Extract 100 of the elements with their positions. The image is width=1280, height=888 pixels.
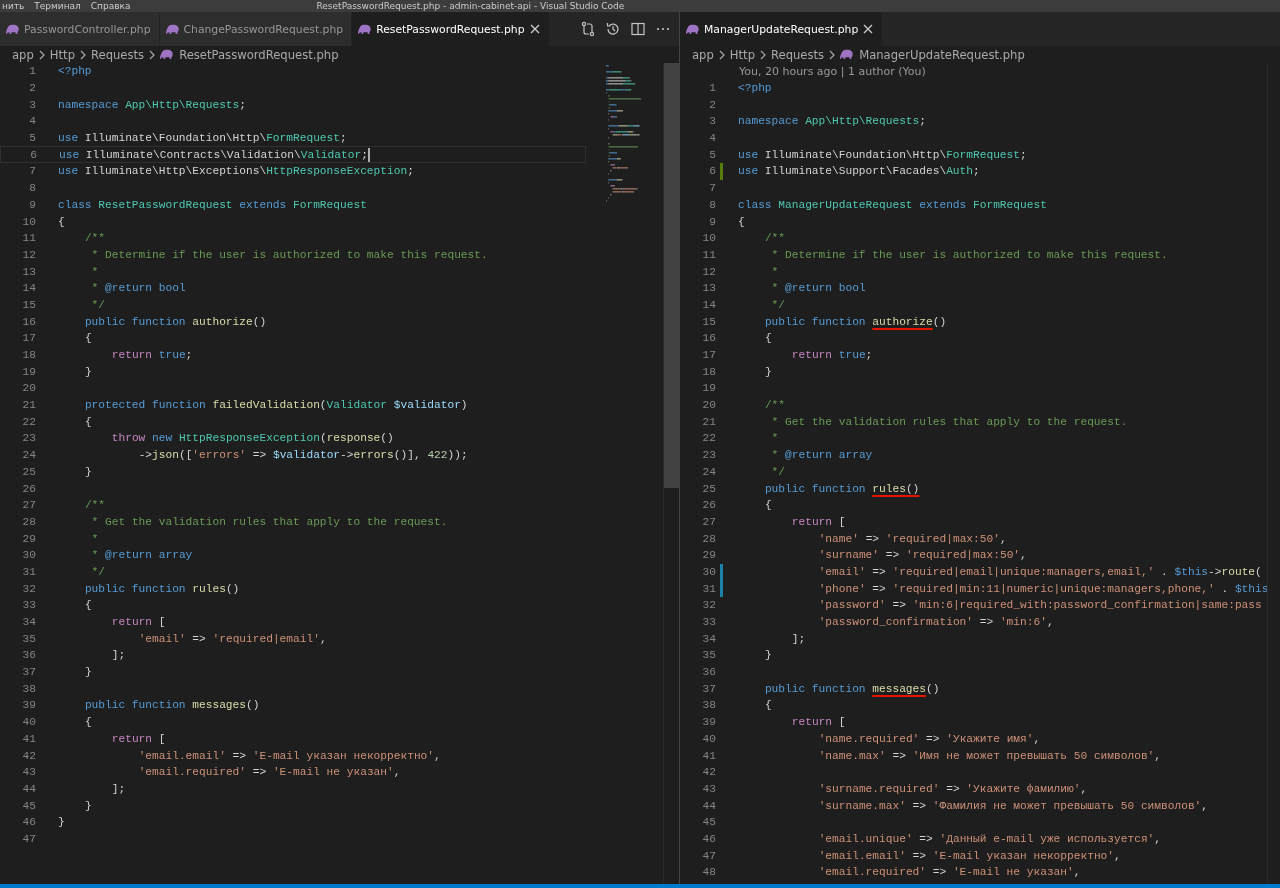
line-number: 31 bbox=[701, 582, 716, 595]
code-line: */ bbox=[91, 298, 106, 311]
line-number: 14 bbox=[701, 298, 716, 311]
code-line: class ResetPasswordRequest extends FormRequest bbox=[58, 198, 367, 211]
line-number: 13 bbox=[701, 282, 716, 295]
code-line: 'email.email' => 'E-mail указан некорректно', bbox=[818, 849, 1121, 862]
line-number: 15 bbox=[701, 315, 716, 328]
breadcrumb-item[interactable]: ResetPasswordRequest.php bbox=[160, 47, 339, 62]
code-line: * Get the validation rules that apply to the request. bbox=[771, 415, 1128, 428]
line-number: 7 bbox=[28, 165, 36, 178]
code-line: { bbox=[58, 215, 65, 228]
code-line: /** bbox=[764, 399, 786, 412]
line-number: 33 bbox=[701, 616, 716, 629]
line-number: 21 bbox=[21, 399, 36, 412]
code-line: ->json(['errors' => $validator->errors()], 422)); bbox=[138, 449, 468, 462]
editor-tab[interactable]: ManagerUpdateRequest.php bbox=[680, 12, 884, 46]
breadcrumb-item[interactable]: app bbox=[692, 47, 714, 62]
line-number: 34 bbox=[21, 616, 36, 629]
line-number: 23 bbox=[21, 432, 36, 445]
breadcrumb-item[interactable]: Requests bbox=[91, 47, 145, 62]
breadcrumb-item[interactable]: Http bbox=[729, 47, 755, 62]
line-number: 43 bbox=[21, 766, 36, 779]
line-number: 8 bbox=[708, 198, 716, 211]
line-number: 14 bbox=[21, 282, 36, 295]
code-line: { bbox=[738, 215, 745, 228]
line-number: 30 bbox=[21, 549, 36, 562]
code-line: * Determine if the user is authorized to make this request. bbox=[91, 248, 488, 261]
line-number: 8 bbox=[28, 182, 36, 195]
code-line: */ bbox=[91, 565, 106, 578]
code-line: protected function failedValidation(Validator $validator) bbox=[84, 399, 468, 412]
code-line: /** bbox=[84, 232, 106, 245]
code-line: * @return bool bbox=[91, 282, 186, 295]
code-line: 'phone' => 'required|min:11|numeric|unique:managers,phone,' . $this bbox=[818, 582, 1267, 595]
code-line: use Illuminate\Http\Exceptions\HttpResponseException; bbox=[58, 165, 414, 178]
code-line: } bbox=[84, 465, 92, 478]
line-number: 25 bbox=[701, 482, 716, 495]
line-number: 44 bbox=[21, 782, 36, 795]
line-number: 26 bbox=[21, 482, 36, 495]
code-line: public function rules() bbox=[84, 582, 240, 595]
line-number: 20 bbox=[701, 399, 716, 412]
line-number: 36 bbox=[21, 649, 36, 662]
code-line: public function authorize() bbox=[764, 315, 947, 328]
line-number: 32 bbox=[21, 582, 36, 595]
window-title: ResetPasswordRequest.php - admin-cabinet-api - Visual Studio Code bbox=[316, 1, 625, 11]
code-line: 'password' => 'min:6|required_with:password_confirmation|same:pass bbox=[818, 599, 1262, 612]
code-line: 'surname' => 'required|max:50', bbox=[818, 549, 1027, 562]
menu-item[interactable]: нить bbox=[0, 1, 33, 11]
line-number: 24 bbox=[21, 449, 36, 462]
code-line: throw new HttpResponseException(response() bbox=[111, 432, 394, 445]
code-line: /** bbox=[84, 499, 106, 512]
code-line: } bbox=[764, 649, 772, 662]
editor-tab[interactable]: PasswordController.php bbox=[0, 12, 160, 46]
code-line: 'email' => 'required|email', bbox=[138, 632, 327, 645]
line-number: 24 bbox=[701, 465, 716, 478]
code-line: /** bbox=[764, 232, 786, 245]
code-line: } bbox=[84, 666, 92, 679]
code-line: return [ bbox=[111, 732, 166, 745]
line-number: 34 bbox=[701, 632, 716, 645]
code-line: } bbox=[58, 816, 65, 829]
code-line: } bbox=[764, 365, 772, 378]
code-line: return true; bbox=[791, 349, 873, 362]
code-line: 'surname.required' => 'Укажите фамилию', bbox=[818, 782, 1088, 795]
code-line: * Get the validation rules that apply to the request. bbox=[91, 515, 448, 528]
line-number: 6 bbox=[708, 165, 716, 178]
line-number: 27 bbox=[21, 499, 36, 512]
breadcrumb-item[interactable]: Requests bbox=[771, 47, 825, 62]
line-number: 45 bbox=[701, 816, 716, 829]
line-number: 37 bbox=[21, 666, 36, 679]
line-number: 48 bbox=[701, 866, 716, 879]
code-line: * bbox=[91, 265, 99, 278]
blame-annotation[interactable]: You, 20 hours ago | 1 author (You) bbox=[739, 64, 926, 78]
line-number: 33 bbox=[21, 599, 36, 612]
line-number: 40 bbox=[701, 732, 716, 745]
line-number: 36 bbox=[701, 666, 716, 679]
code-line: use Illuminate\Foundation\Http\FormRequest; bbox=[738, 148, 1027, 161]
code-line: */ bbox=[771, 465, 786, 478]
menu-item[interactable]: Терминал bbox=[32, 1, 89, 11]
breadcrumb-item[interactable]: app bbox=[12, 47, 34, 62]
editor-tab[interactable]: ChangePasswordRequest.php bbox=[159, 12, 353, 46]
line-number: 39 bbox=[21, 699, 36, 712]
code-line: * bbox=[91, 532, 99, 545]
line-number: 12 bbox=[21, 248, 36, 261]
editor-tab[interactable]: ResetPasswordRequest.php bbox=[352, 12, 550, 46]
code-line: use Illuminate\Contracts\Validation\Validator; bbox=[59, 148, 368, 161]
menu-item[interactable]: Справка bbox=[88, 1, 139, 11]
line-number: 5 bbox=[28, 132, 36, 145]
breadcrumb-item[interactable]: Http bbox=[49, 47, 75, 62]
breadcrumb-item[interactable]: ManagerUpdateRequest.php bbox=[840, 47, 1025, 62]
line-number: 37 bbox=[701, 682, 716, 695]
line-number: 46 bbox=[701, 832, 716, 845]
code-line: * @return array bbox=[91, 549, 193, 562]
line-number: 43 bbox=[701, 782, 716, 795]
line-number: 1 bbox=[28, 65, 36, 78]
code-line: return [ bbox=[111, 616, 166, 629]
code-line: 'name.max' => 'Имя не может превышать 50 символов', bbox=[818, 749, 1162, 762]
line-number: 11 bbox=[701, 248, 716, 261]
code-line: { bbox=[84, 716, 92, 729]
line-number: 11 bbox=[21, 232, 36, 245]
code-line: * bbox=[771, 265, 779, 278]
line-number: 4 bbox=[708, 132, 716, 145]
